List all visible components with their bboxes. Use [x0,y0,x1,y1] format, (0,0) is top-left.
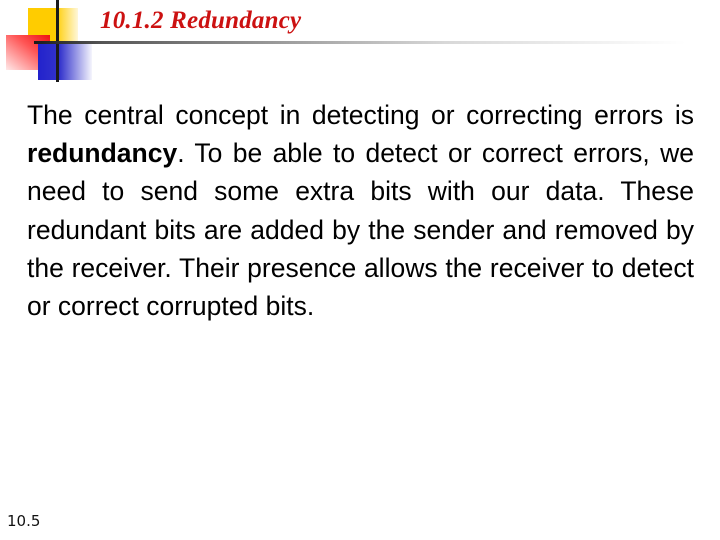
body-bold-term: redundancy [27,138,178,169]
slide-title: 10.1.2 Redundancy [100,7,302,34]
blue-block [38,43,92,80]
slide-number: 10.5 [7,512,41,530]
title-underline-rule [34,41,720,44]
body-text-part-1: The central concept in detecting or corr… [27,100,694,130]
slide-body-paragraph: The central concept in detecting or corr… [27,96,694,325]
decorative-color-blocks-icon [0,0,100,90]
